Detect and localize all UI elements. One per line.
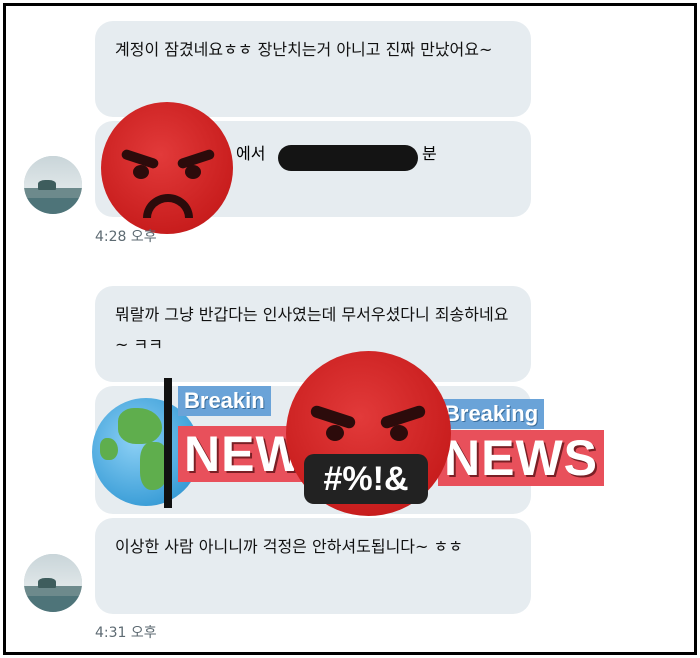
message-timestamp: 4:31 오후	[95, 625, 157, 641]
redacted-block	[278, 145, 418, 171]
news-label: NEWS	[438, 430, 604, 486]
avatar[interactable]	[24, 156, 82, 214]
message-timestamp: 4:28 오후	[95, 229, 157, 245]
angry-face-icon	[101, 102, 233, 234]
breaking-label: Breaking	[438, 399, 545, 429]
message-text: 분	[422, 144, 437, 163]
message-bubble[interactable]: 이상한 사람 아니니까 걱정은 안하셔도됩니다~ ㅎㅎ	[95, 518, 531, 614]
message-text: 뭐랄까 그냥 반갑다는 인사였는데 무서우셨다니 죄송하네요~ ㅋㅋ	[115, 305, 509, 354]
message-bubble[interactable]: 뭐랄까 그냥 반갑다는 인사였는데 무서우셨다니 죄송하네요~ ㅋㅋ	[95, 286, 531, 382]
avatar[interactable]	[24, 554, 82, 612]
news-divider	[164, 378, 172, 508]
message-text: 에서	[236, 144, 266, 163]
message-text: 이상한 사람 아니니까 걱정은 안하셔도됩니다~ ㅎㅎ	[115, 537, 463, 556]
censored-symbols: #%!&	[304, 454, 428, 504]
chat-frame: 계정이 잠겼네요ㅎㅎ 장난치는거 아니고 진짜 만났어요~ 에서 분 4:28 …	[3, 3, 697, 655]
message-text: 계정이 잠겼네요ㅎㅎ 장난치는거 아니고 진짜 만났어요~	[115, 40, 493, 59]
breaking-label: Breakin	[178, 386, 271, 416]
